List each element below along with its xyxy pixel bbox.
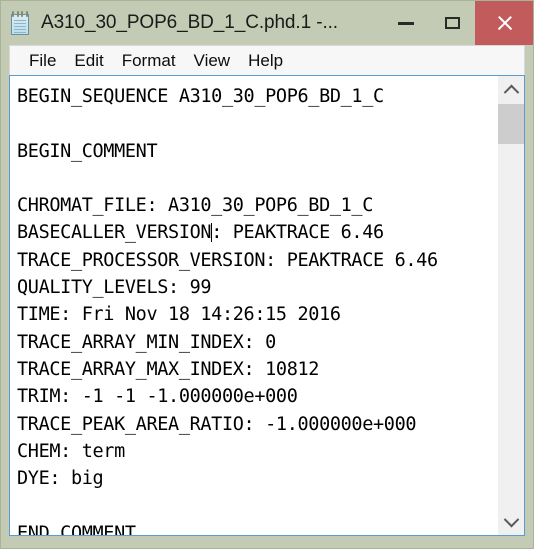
text-line: DYE: big <box>17 468 104 490</box>
menu-item-view[interactable]: View <box>185 47 240 75</box>
notepad-icon <box>10 10 32 37</box>
menu-item-format[interactable]: Format <box>113 47 185 75</box>
scroll-down-button[interactable] <box>498 509 524 535</box>
text-line: QUALITY_LEVELS: 99 <box>17 277 212 299</box>
close-icon <box>496 15 512 31</box>
text-line: BEGIN_COMMENT <box>17 140 158 162</box>
chevron-up-icon <box>503 84 519 100</box>
text-line: TRACE_PROCESSOR_VERSION: PEAKTRACE 6.46 <box>17 249 438 271</box>
title-bar[interactable]: A310_30_POP6_BD_1_C.phd.1 -... <box>1 1 533 45</box>
menu-item-edit[interactable]: Edit <box>65 47 112 75</box>
window-title: A310_30_POP6_BD_1_C.phd.1 -... <box>41 12 338 33</box>
text-line: TRACE_PEAK_AREA_RATIO: -1.000000e+000 <box>17 413 417 435</box>
menu-item-help[interactable]: Help <box>239 47 292 75</box>
minimize-button[interactable] <box>383 1 429 45</box>
text-line: TRACE_ARRAY_MAX_INDEX: 10812 <box>17 358 320 380</box>
text-line: TIME: Fri Nov 18 14:26:15 2016 <box>17 304 341 326</box>
minimize-icon <box>398 21 414 25</box>
editor-area: BEGIN_SEQUENCE A310_30_POP6_BD_1_C BEGIN_… <box>9 75 525 536</box>
notepad-window: A310_30_POP6_BD_1_C.phd.1 -... File Edit… <box>0 0 534 549</box>
text-line <box>17 165 498 192</box>
close-button[interactable] <box>475 1 533 45</box>
maximize-button[interactable] <box>429 1 475 45</box>
title-bar-left: A310_30_POP6_BD_1_C.phd.1 -... <box>1 10 383 37</box>
text-line: CHEM: term <box>17 440 125 462</box>
text-line <box>17 492 498 519</box>
menu-bar: File Edit Format View Help <box>9 45 525 75</box>
scroll-up-button[interactable] <box>498 76 524 102</box>
text-line: BASECALLER_VERSION: PEAKTRACE 6.46 <box>17 222 384 244</box>
text-editor[interactable]: BEGIN_SEQUENCE A310_30_POP6_BD_1_C BEGIN_… <box>10 76 498 535</box>
window-controls <box>383 1 533 45</box>
scrollbar-thumb[interactable] <box>498 104 524 144</box>
text-line: TRACE_ARRAY_MIN_INDEX: 0 <box>17 331 276 353</box>
maximize-icon <box>444 17 460 29</box>
text-line: END_COMMENT <box>17 522 136 535</box>
vertical-scrollbar[interactable] <box>498 76 524 535</box>
text-caret <box>210 223 212 243</box>
text-line: CHROMAT_FILE: A310_30_POP6_BD_1_C <box>17 195 374 217</box>
text-line: TRIM: -1 -1 -1.000000e+000 <box>17 386 298 408</box>
menu-item-file[interactable]: File <box>20 47 65 75</box>
text-line: BEGIN_SEQUENCE A310_30_POP6_BD_1_C <box>17 86 384 107</box>
text-line <box>17 110 498 137</box>
chevron-down-icon <box>503 511 519 527</box>
